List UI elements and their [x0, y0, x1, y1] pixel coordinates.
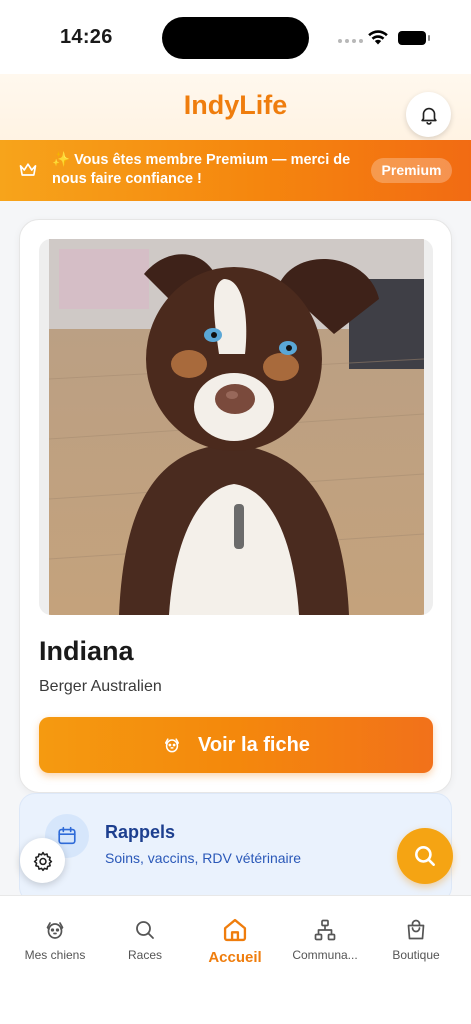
- gear-icon: [33, 851, 52, 871]
- dog-name: Indiana: [39, 636, 134, 666]
- search-icon: [136, 921, 154, 939]
- dog-breed: Berger Australien: [39, 678, 162, 695]
- settings-button[interactable]: [20, 838, 65, 883]
- status-time: 14:26: [60, 26, 113, 48]
- tab-label: Mes chiens: [24, 948, 86, 962]
- dynamic-island: [162, 17, 309, 59]
- view-profile-button[interactable]: Voir la fiche: [39, 717, 433, 773]
- cellular-signal-icon: [338, 39, 363, 43]
- bell-icon: [420, 107, 437, 125]
- dog-face-icon: [165, 738, 180, 753]
- tab-accueil[interactable]: Accueil: [188, 916, 282, 966]
- home-icon: [223, 918, 247, 942]
- reminders-card[interactable]: Rappels Soins, vaccins, RDV vétérinaire: [19, 793, 452, 895]
- search-icon: [415, 846, 435, 866]
- reminders-subtitle: Soins, vaccins, RDV vétérinaire: [105, 850, 302, 866]
- reminders-title: Rappels: [105, 822, 176, 842]
- bottom-tab-bar: Mes chiens Races Accueil Communa... Bout…: [0, 895, 471, 1024]
- app-title: IndyLife: [183, 90, 288, 120]
- dog-card: Indiana Berger Australien Voir la fiche: [19, 219, 452, 793]
- crown-icon: [19, 163, 37, 176]
- view-profile-label: Voir la fiche: [198, 733, 310, 756]
- premium-banner: ✨ Vous êtes membre Premium — merci de no…: [0, 140, 471, 201]
- network-icon: [314, 919, 336, 941]
- dog-photo-illustration: [49, 239, 424, 615]
- status-bar: 14:26: [0, 0, 471, 74]
- search-fab-button[interactable]: [397, 828, 453, 884]
- notifications-button[interactable]: [406, 92, 451, 137]
- tab-label: Communa...: [292, 948, 358, 962]
- tab-label: Races: [127, 948, 162, 962]
- tab-label: Boutique: [392, 948, 440, 962]
- premium-message: ✨ Vous êtes membre Premium — merci de no…: [52, 152, 351, 187]
- app-header: IndyLife: [0, 74, 471, 140]
- premium-badge: Premium: [371, 158, 452, 183]
- tab-races[interactable]: Races: [98, 916, 192, 962]
- shopping-bag-icon: [407, 919, 425, 940]
- calendar-icon: [58, 826, 76, 845]
- tab-communaute[interactable]: Communa...: [278, 916, 372, 962]
- wifi-icon: [368, 30, 388, 45]
- tab-label: Accueil: [208, 949, 262, 966]
- dog-face-icon: [46, 922, 64, 939]
- tab-mes-chiens[interactable]: Mes chiens: [8, 916, 102, 962]
- main-content: Indiana Berger Australien Voir la fiche …: [0, 201, 471, 895]
- dog-photo: [39, 239, 433, 615]
- battery-icon: [398, 31, 430, 45]
- tab-boutique[interactable]: Boutique: [369, 916, 463, 962]
